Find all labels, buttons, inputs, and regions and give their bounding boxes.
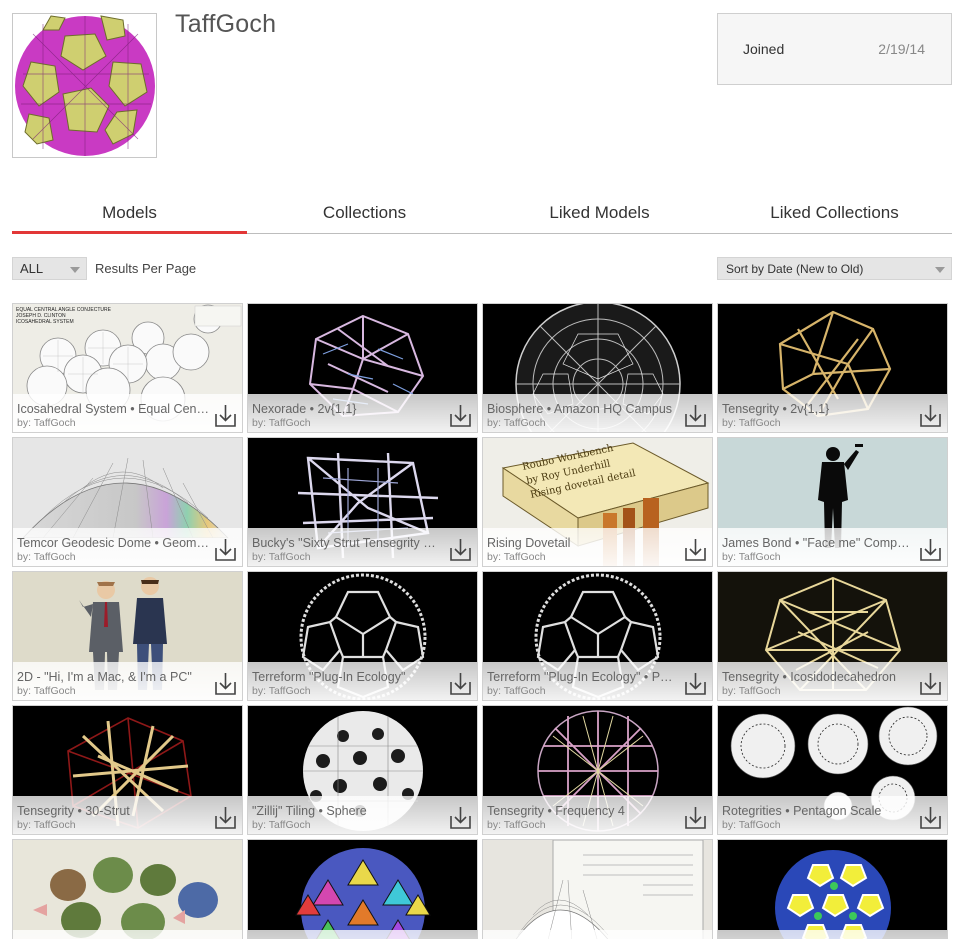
model-author: by: TaffGoch	[252, 819, 311, 831]
model-card[interactable]: 2D - "Hi, I'm a Mac, & I'm a PC" by: Taf…	[12, 571, 243, 701]
sort-select[interactable]: Sort by Date (New to Old)	[717, 257, 952, 280]
model-author: by: TaffGoch	[722, 819, 781, 831]
model-title: Biosphere • Amazon HQ Campus	[487, 402, 673, 416]
model-author: by: TaffGoch	[17, 551, 76, 563]
model-card[interactable]: Tensegrity • 2v{1,1} by: TaffGoch	[717, 303, 948, 433]
model-author: by: TaffGoch	[722, 551, 781, 563]
model-card[interactable]	[247, 839, 478, 939]
model-title: Temcor Geodesic Dome • Geometry	[17, 536, 209, 550]
download-icon[interactable]	[684, 403, 707, 428]
model-card[interactable]: James Bond • "Face me" Composition by: T…	[717, 437, 948, 567]
svg-text:ICOSAHEDRAL SYSTEM: ICOSAHEDRAL SYSTEM	[16, 319, 74, 325]
model-card[interactable]: Nexorade • 2v{1,1} by: TaffGoch	[247, 303, 478, 433]
model-author: by: TaffGoch	[722, 417, 781, 429]
model-card[interactable]	[482, 839, 713, 939]
model-title: Tensegrity • Icosidodecahedron	[722, 670, 896, 684]
profile-username: TaffGoch	[175, 10, 277, 38]
model-card[interactable]: Terreform "Plug-In Ecology" • Pentagon b…	[482, 571, 713, 701]
model-author: by: TaffGoch	[17, 819, 76, 831]
model-card[interactable]: Biosphere • Amazon HQ Campus by: TaffGoc…	[482, 303, 713, 433]
download-icon[interactable]	[214, 805, 237, 830]
model-title: Tensegrity • 30-Strut	[17, 804, 130, 818]
model-card[interactable]: Tensegrity • Icosidodecahedron by: TaffG…	[717, 571, 948, 701]
joined-date: 2/19/14	[878, 41, 925, 57]
joined-info-box: Joined 2/19/14	[717, 13, 952, 85]
tab-collections[interactable]: Collections	[247, 190, 482, 233]
model-author: by: TaffGoch	[252, 685, 311, 697]
card-caption-overlay	[13, 930, 242, 939]
model-title: 2D - "Hi, I'm a Mac, & I'm a PC"	[17, 670, 192, 684]
card-caption-overlay	[248, 930, 477, 939]
model-title: Nexorade • 2v{1,1}	[252, 402, 357, 416]
model-card[interactable]	[717, 839, 948, 939]
profile-tabs: Models Collections Liked Models Liked Co…	[12, 190, 952, 234]
model-title: Terreform "Plug-In Ecology" • Pentagon	[487, 670, 679, 684]
download-icon[interactable]	[449, 403, 472, 428]
model-card[interactable]: Terreform "Plug-In Ecology" by: TaffGoch	[247, 571, 478, 701]
results-per-page-label: Results Per Page	[95, 261, 197, 276]
tab-liked-models[interactable]: Liked Models	[482, 190, 717, 233]
model-card[interactable]: Tensegrity • Frequency 4 by: TaffGoch	[482, 705, 713, 835]
model-title: "Zillij" Tiling • Sphere	[252, 804, 367, 818]
sort-value: Sort by Date (New to Old)	[726, 262, 864, 276]
download-icon[interactable]	[684, 537, 707, 562]
model-title: Icosahedral System • Equal Central Angle…	[17, 402, 209, 416]
model-author: by: TaffGoch	[487, 819, 546, 831]
model-card[interactable]: EQUAL CENTRAL ANGLE CONJECTURE JOSEPH D.…	[12, 303, 243, 433]
model-card[interactable]: Tensegrity • 30-Strut by: TaffGoch	[12, 705, 243, 835]
model-author: by: TaffGoch	[17, 417, 76, 429]
download-icon[interactable]	[214, 403, 237, 428]
model-card[interactable]: Bucky's "Sixty Strut Tensegrity Sphere" …	[247, 437, 478, 567]
download-icon[interactable]	[214, 537, 237, 562]
download-icon[interactable]	[449, 805, 472, 830]
avatar	[12, 13, 157, 158]
download-icon[interactable]	[214, 671, 237, 696]
card-caption-overlay	[718, 930, 947, 939]
model-thumbnail	[248, 840, 477, 939]
chevron-down-icon	[935, 267, 945, 273]
download-icon[interactable]	[919, 805, 942, 830]
joined-label: Joined	[743, 41, 785, 57]
download-icon[interactable]	[449, 537, 472, 562]
model-card[interactable]: Temcor Geodesic Dome • Geometry by: Taff…	[12, 437, 243, 567]
model-title: Rotegrities • Pentagon Scale	[722, 804, 882, 818]
model-title: Rising Dovetail	[487, 536, 571, 550]
download-icon[interactable]	[919, 403, 942, 428]
model-author: by: TaffGoch	[722, 685, 781, 697]
download-icon[interactable]	[919, 671, 942, 696]
download-icon[interactable]	[684, 805, 707, 830]
chevron-down-icon	[70, 267, 80, 273]
model-title: James Bond • "Face me" Composition	[722, 536, 914, 550]
model-card[interactable]	[12, 839, 243, 939]
model-card[interactable]: "Zillij" Tiling • Sphere by: TaffGoch	[247, 705, 478, 835]
model-title: Terreform "Plug-In Ecology"	[252, 670, 406, 684]
tab-liked-collections[interactable]: Liked Collections	[717, 190, 952, 233]
model-title: Tensegrity • 2v{1,1}	[722, 402, 830, 416]
model-title: Bucky's "Sixty Strut Tensegrity Sphere"	[252, 536, 444, 550]
model-thumbnail	[13, 840, 242, 939]
model-thumbnail	[718, 840, 947, 939]
model-title: Tensegrity • Frequency 4	[487, 804, 625, 818]
model-author: by: TaffGoch	[252, 417, 311, 429]
model-author: by: TaffGoch	[17, 685, 76, 697]
model-card[interactable]: Roubo Workbench by Roy Underhill Rising …	[482, 437, 713, 567]
model-author: by: TaffGoch	[487, 685, 546, 697]
results-per-page-select[interactable]: ALL	[12, 257, 87, 280]
download-icon[interactable]	[684, 671, 707, 696]
download-icon[interactable]	[449, 671, 472, 696]
model-card[interactable]: Rotegrities • Pentagon Scale by: TaffGoc…	[717, 705, 948, 835]
model-author: by: TaffGoch	[487, 417, 546, 429]
model-author: by: TaffGoch	[487, 551, 546, 563]
model-author: by: TaffGoch	[252, 551, 311, 563]
model-thumbnail	[483, 840, 712, 939]
card-caption-overlay	[483, 930, 712, 939]
tab-models[interactable]: Models	[12, 190, 247, 234]
download-icon[interactable]	[919, 537, 942, 562]
results-per-page-value: ALL	[20, 261, 44, 276]
